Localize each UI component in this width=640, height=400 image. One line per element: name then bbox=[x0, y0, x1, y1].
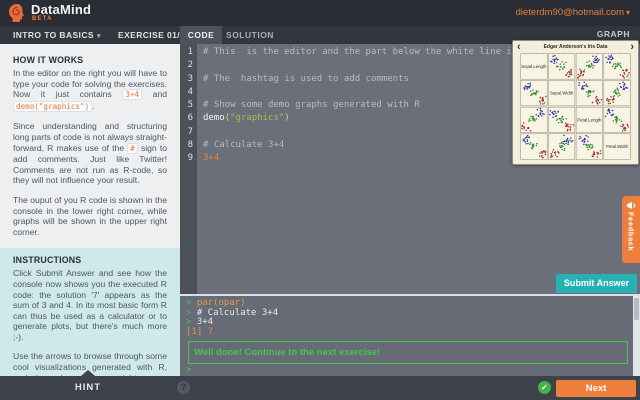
tab-code[interactable]: CODE bbox=[180, 26, 222, 44]
megaphone-icon bbox=[626, 202, 635, 209]
how-it-works-title: HOW IT WORKS bbox=[13, 55, 84, 65]
brand-name: DataMind bbox=[31, 2, 92, 17]
console-line: > # Calculate 3+4 bbox=[186, 307, 279, 318]
success-message: Well done! Continue to the next exercise… bbox=[188, 340, 628, 364]
console-input-prompt[interactable]: > bbox=[180, 365, 640, 376]
datamind-app: DataMind BETA dieterdm90@hotmail.com ▾ IN… bbox=[0, 0, 640, 400]
next-button[interactable]: Next bbox=[556, 380, 636, 397]
console-scrollbar[interactable] bbox=[633, 296, 640, 376]
paragraph: Since understanding and structuring long… bbox=[13, 121, 167, 186]
chevron-down-icon: ▾ bbox=[96, 33, 101, 40]
account-menu[interactable]: dieterdm90@hotmail.com ▾ bbox=[516, 7, 630, 18]
iris-pairs-plot: Sepal.Length Sepal.Width Petal.Length Petal… bbox=[520, 53, 631, 160]
svg-text:Petal.Length: Petal.Length bbox=[577, 117, 602, 122]
console[interactable]: > par(opar) > # Calculate 3+4 > 3+4 [1] … bbox=[180, 296, 640, 376]
paragraph: In the editor on the right you will have… bbox=[13, 68, 167, 112]
graph-title: Edgar Anderson's Iris Data bbox=[543, 44, 608, 50]
beta-badge: BETA bbox=[32, 16, 53, 22]
course-dropdown[interactable]: INTRO TO BASICS ▾ bbox=[13, 26, 101, 44]
check-status-icon: ✓ bbox=[538, 381, 551, 394]
top-bar: DataMind BETA dieterdm90@hotmail.com ▾ bbox=[0, 0, 640, 26]
help-icon[interactable]: ? bbox=[177, 381, 190, 394]
submit-answer-button[interactable]: Submit Answer bbox=[556, 274, 637, 293]
svg-text:Sepal.Length: Sepal.Length bbox=[521, 64, 547, 69]
svg-text:Sepal.Width: Sepal.Width bbox=[550, 91, 574, 96]
console-output-line: [1] 7 bbox=[186, 327, 214, 338]
paragraph: The ouput of you R code is shown in the … bbox=[13, 194, 167, 237]
inline-code-chip: # bbox=[127, 142, 138, 154]
inline-code-chip: 3+4 bbox=[122, 89, 143, 101]
editor-console-divider bbox=[180, 294, 640, 296]
graph-panel[interactable]: ‹ › Edgar Anderson's Iris Data Sepal.Len… bbox=[512, 40, 639, 165]
feedback-tab[interactable]: Feedback bbox=[622, 196, 640, 263]
scrollbar-thumb[interactable] bbox=[634, 298, 639, 320]
paragraph: Click Submit Answer and see how the cons… bbox=[13, 268, 167, 342]
tab-solution[interactable]: SOLUTION bbox=[222, 26, 278, 44]
account-email: dieterdm90@hotmail.com bbox=[515, 7, 624, 18]
footer-bar: HINT ? ✓ Next bbox=[0, 370, 640, 400]
instructions-section: INSTRUCTIONS Click Submit Answer and see… bbox=[0, 248, 180, 376]
chevron-down-icon: ▾ bbox=[625, 8, 630, 17]
svg-text:Petal.Width: Petal.Width bbox=[606, 144, 629, 149]
hint-button[interactable]: HINT bbox=[0, 376, 176, 400]
console-line: > 3+4 bbox=[186, 317, 214, 328]
inline-code-chip: demo("graphics") bbox=[13, 100, 93, 112]
how-it-works-section: HOW IT WORKS In the editor on the right … bbox=[0, 44, 180, 248]
course-label: INTRO TO BASICS bbox=[13, 30, 94, 40]
instructions-title: INSTRUCTIONS bbox=[13, 255, 82, 266]
datamind-logo-icon bbox=[9, 4, 24, 22]
feedback-label: Feedback bbox=[626, 212, 636, 252]
assignment-sidebar: HOW IT WORKS In the editor on the right … bbox=[0, 44, 180, 376]
